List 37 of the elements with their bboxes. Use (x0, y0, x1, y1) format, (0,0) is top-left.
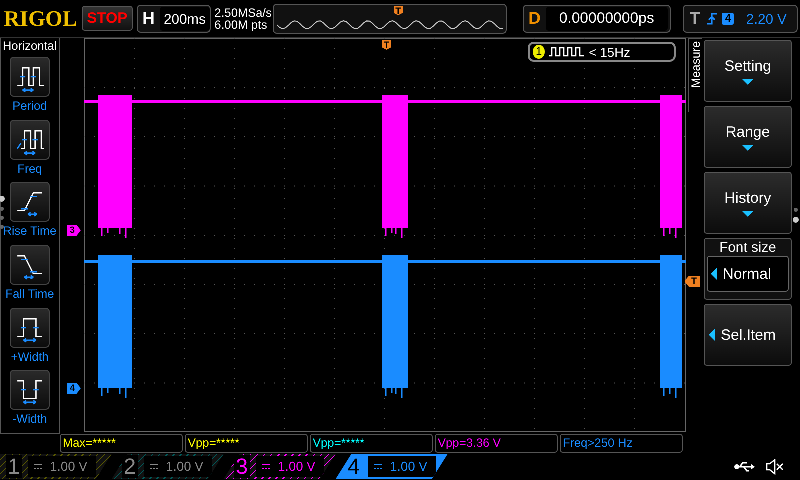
dc-coupling-icon (34, 464, 42, 470)
option-button[interactable]: Normal (707, 256, 789, 292)
square-wave-icon (549, 47, 585, 57)
menu-button[interactable]: Sel.Item (704, 304, 792, 366)
dc-coupling-icon (262, 464, 270, 470)
rising-edge-icon (706, 10, 718, 26)
dc-coupling-icon (150, 464, 158, 470)
channel-tab[interactable]: 4 1.00 V (336, 454, 448, 479)
brand-logo: RIGOL (4, 6, 78, 32)
measurement-reading: Vpp=***** (310, 434, 433, 453)
trigger-position-marker: T (382, 40, 392, 50)
memory-depth: 6.00M pts (214, 18, 268, 30)
usb-icon (734, 460, 756, 472)
measurement-reading: Vpp=***** (185, 434, 308, 453)
menu-button[interactable]: Range (704, 106, 792, 168)
measurement-reading: Max=***** (60, 434, 183, 453)
delay-field[interactable]: D 0.00000000ps (522, 4, 671, 32)
measurement-reading: Vpp=3.36 V (435, 434, 558, 453)
channel-tab[interactable]: 2 1.00 V (112, 454, 224, 479)
timebase-field[interactable]: H 200ms (136, 4, 211, 32)
measure-item[interactable]: Rise Time (3, 182, 57, 246)
channel-tab[interactable]: 1 1.00 V (0, 454, 112, 479)
trigger-position-marker: T (394, 6, 404, 16)
menu-button[interactable]: Setting (704, 40, 792, 102)
channel-marker[interactable]: 4 (67, 383, 82, 394)
dc-coupling-icon (374, 464, 382, 470)
frequency-counter: 1 < 15Hz (528, 42, 676, 62)
menu-button[interactable]: History (704, 172, 792, 234)
trigger-field[interactable]: T 4 2.20 V (682, 4, 798, 32)
mute-icon (766, 458, 784, 474)
channel-marker[interactable]: 3 (67, 225, 82, 236)
run-stop-button[interactable]: STOP (82, 6, 133, 31)
option-label: Font size (720, 239, 776, 255)
measurement-reading: Freq>250 Hz (560, 434, 683, 453)
menu-title: Horizontal (2, 38, 58, 55)
sample-rate: 2.50MSa/s (214, 6, 269, 18)
channel-tab[interactable]: 3 1.00 V (224, 454, 336, 479)
